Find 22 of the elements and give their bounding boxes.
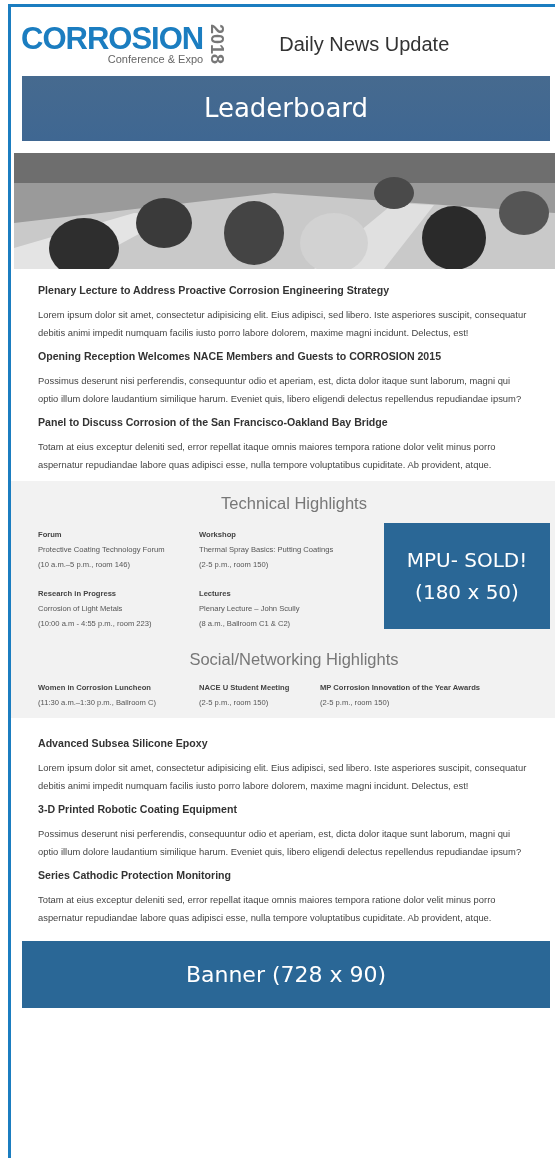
article-headline: Advanced Subsea Silicone Epoxy	[38, 736, 209, 752]
article-text: Totam at eius exceptur deleniti sed, error repellat itaque omnis maiores tempora ratione dolor velit minus porro aspernatur repudiandae labore quas adipisci esse, nulla tempore voluptatibus cupiditate. Ab provident, atque.	[38, 439, 497, 472]
article-text: Lorem ipsum dolor sit amet, consectetur adipisicing elit. Eius adipisci, sed libero. Iste asperiores suscipit, consequatur debitis animi impedit numquam facilis iusto porro labore dolorem, maxime magni incidunt. Delectus, est!	[38, 761, 528, 794]
ad-size: (180 x 50)	[415, 579, 519, 607]
article-text: Possimus deserunt nisi perferendis, consequuntur odio et aperiam, est, dicta dolor itaque sunt laborum, magni qui optio illum dolore laudantium similique harum. Eveniet quis, libero eligendi delectus repellendus repudiandae ipsum?	[38, 373, 523, 406]
article-text: Possimus deserunt nisi perferendis, consequuntur odio et aperiam, est, dicta dolor itaque sunt laborum, magni qui optio illum dolore laudantium similique harum. Eveniet quis, libero eligendi delectus repellendus repudiandae ipsum?	[38, 826, 523, 859]
ad-label: MPU- SOLD!	[406, 547, 528, 575]
logo-wordmark: CORROSION	[21, 23, 204, 54]
article-headline: Panel to Discuss Corrosion of the San Francisco-Oakland Bay Bridge	[38, 414, 389, 430]
article-headline: Plenary Lecture to Address Proactive Corrosion Engineering Strategy	[38, 283, 391, 298]
article-headline: Series Cathodic Protection Monitoring	[38, 867, 233, 883]
section-heading: Social/Networking Highlights	[188, 649, 400, 671]
section-heading: Technical Highlights	[220, 492, 368, 514]
banner-ad: Banner (728 x 90)	[22, 940, 550, 1008]
article-text: Lorem ipsum dolor sit amet, consectetur adipisicing elit. Eius adipisci, sed libero. Iste asperiores suscipit, consequatur debitis animi impedit numquam facilis iusto porro labore dolorem, maxime magni incidunt. Delectus, est!	[38, 307, 528, 340]
leaderboard-ad: Leaderboard	[22, 76, 550, 141]
article-headline: 3-D Printed Robotic Coating Equipment	[38, 802, 238, 818]
article-headline: Opening Reception Welcomes NACE Members and Guests to CORROSION 2015	[38, 348, 443, 364]
article-text: Totam at eius exceptur deleniti sed, error repellat itaque omnis maiores tempora ratione dolor velit minus porro aspernatur repudiandae labore quas adipisci esse, nulla tempore voluptatibus cupiditate. Ab provident, atque.	[38, 892, 497, 925]
newsletter-title: Daily News Update	[279, 32, 450, 57]
logo-tagline: Conference & Expo	[106, 53, 204, 65]
logo-year: 2018	[208, 24, 227, 64]
